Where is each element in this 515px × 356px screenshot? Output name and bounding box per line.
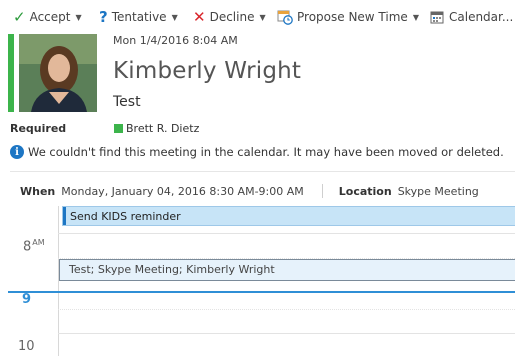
meeting-event-block[interactable]: Test; Skype Meeting; Kimberly Wright: [59, 259, 515, 281]
propose-new-time-button[interactable]: Propose New Time ▼: [277, 8, 419, 26]
hour-label-10: 10: [18, 339, 35, 354]
accept-button[interactable]: ✓ Accept ▼: [13, 8, 82, 26]
hour-8-number: 8: [23, 239, 32, 255]
chevron-down-icon: ▼: [259, 12, 266, 22]
required-label: Required: [10, 122, 67, 135]
meeting-subject: Test: [113, 94, 141, 110]
divider: [10, 171, 515, 172]
when-label: When: [20, 184, 56, 198]
meeting-event-title: Test; Skype Meeting; Kimberly Wright: [69, 263, 275, 276]
chevron-down-icon: ▼: [171, 12, 178, 22]
calendar-clock-icon: [277, 9, 293, 25]
propose-new-time-label: Propose New Time: [297, 10, 408, 24]
hour-line-8: [58, 233, 515, 234]
attendee-name: Brett R. Dietz: [126, 122, 200, 135]
presence-status-icon: [114, 124, 123, 133]
attendee-brett-dietz[interactable]: Brett R. Dietz: [114, 122, 199, 135]
presence-indicator: [8, 34, 14, 112]
hour-label-8: 8AM: [23, 238, 45, 254]
hour-label-9: 9: [22, 292, 32, 307]
checkmark-icon: ✓: [13, 7, 26, 26]
separator: [321, 184, 323, 198]
received-datetime: Mon 1/4/2016 8:04 AM: [113, 34, 238, 47]
current-time-line: [8, 291, 515, 293]
all-day-event[interactable]: Send KIDS reminder: [62, 206, 515, 226]
calendar-icon: [430, 10, 445, 25]
info-message: We couldn't find this meeting in the cal…: [28, 145, 504, 159]
sender-name[interactable]: Kimberly Wright: [113, 58, 301, 84]
hour-8-suffix: AM: [32, 238, 45, 247]
info-bar: i We couldn't find this meeting in the c…: [10, 145, 504, 159]
location-value[interactable]: Skype Meeting: [398, 185, 479, 198]
question-mark-icon: ?: [99, 7, 108, 26]
x-icon: ✕: [193, 7, 206, 26]
decline-label: Decline: [209, 10, 255, 24]
info-icon: i: [10, 145, 24, 159]
event-accent: [63, 207, 66, 225]
when-value: Monday, January 04, 2016 8:30 AM-9:00 AM: [61, 184, 304, 198]
meeting-details-row: When Monday, January 04, 2016 8:30 AM-9:…: [20, 184, 479, 198]
calendar-button[interactable]: Calendar...: [430, 8, 513, 26]
sender-avatar[interactable]: [19, 34, 97, 112]
tentative-button[interactable]: ? Tentative ▼: [99, 8, 178, 26]
accept-label: Accept: [29, 10, 71, 24]
location-label: Location: [338, 184, 392, 198]
hour-line-10: [58, 333, 515, 334]
half-hour-line: [58, 309, 515, 310]
tentative-label: Tentative: [111, 10, 167, 24]
calendar-label: Calendar...: [449, 10, 514, 24]
decline-button[interactable]: ✕ Decline ▼: [193, 8, 266, 26]
response-toolbar: ✓ Accept ▼ ? Tentative ▼ ✕ Decline ▼ Pro…: [0, 0, 515, 34]
all-day-event-title: Send KIDS reminder: [70, 210, 181, 223]
chevron-down-icon: ▼: [412, 12, 419, 22]
chevron-down-icon: ▼: [75, 12, 82, 22]
